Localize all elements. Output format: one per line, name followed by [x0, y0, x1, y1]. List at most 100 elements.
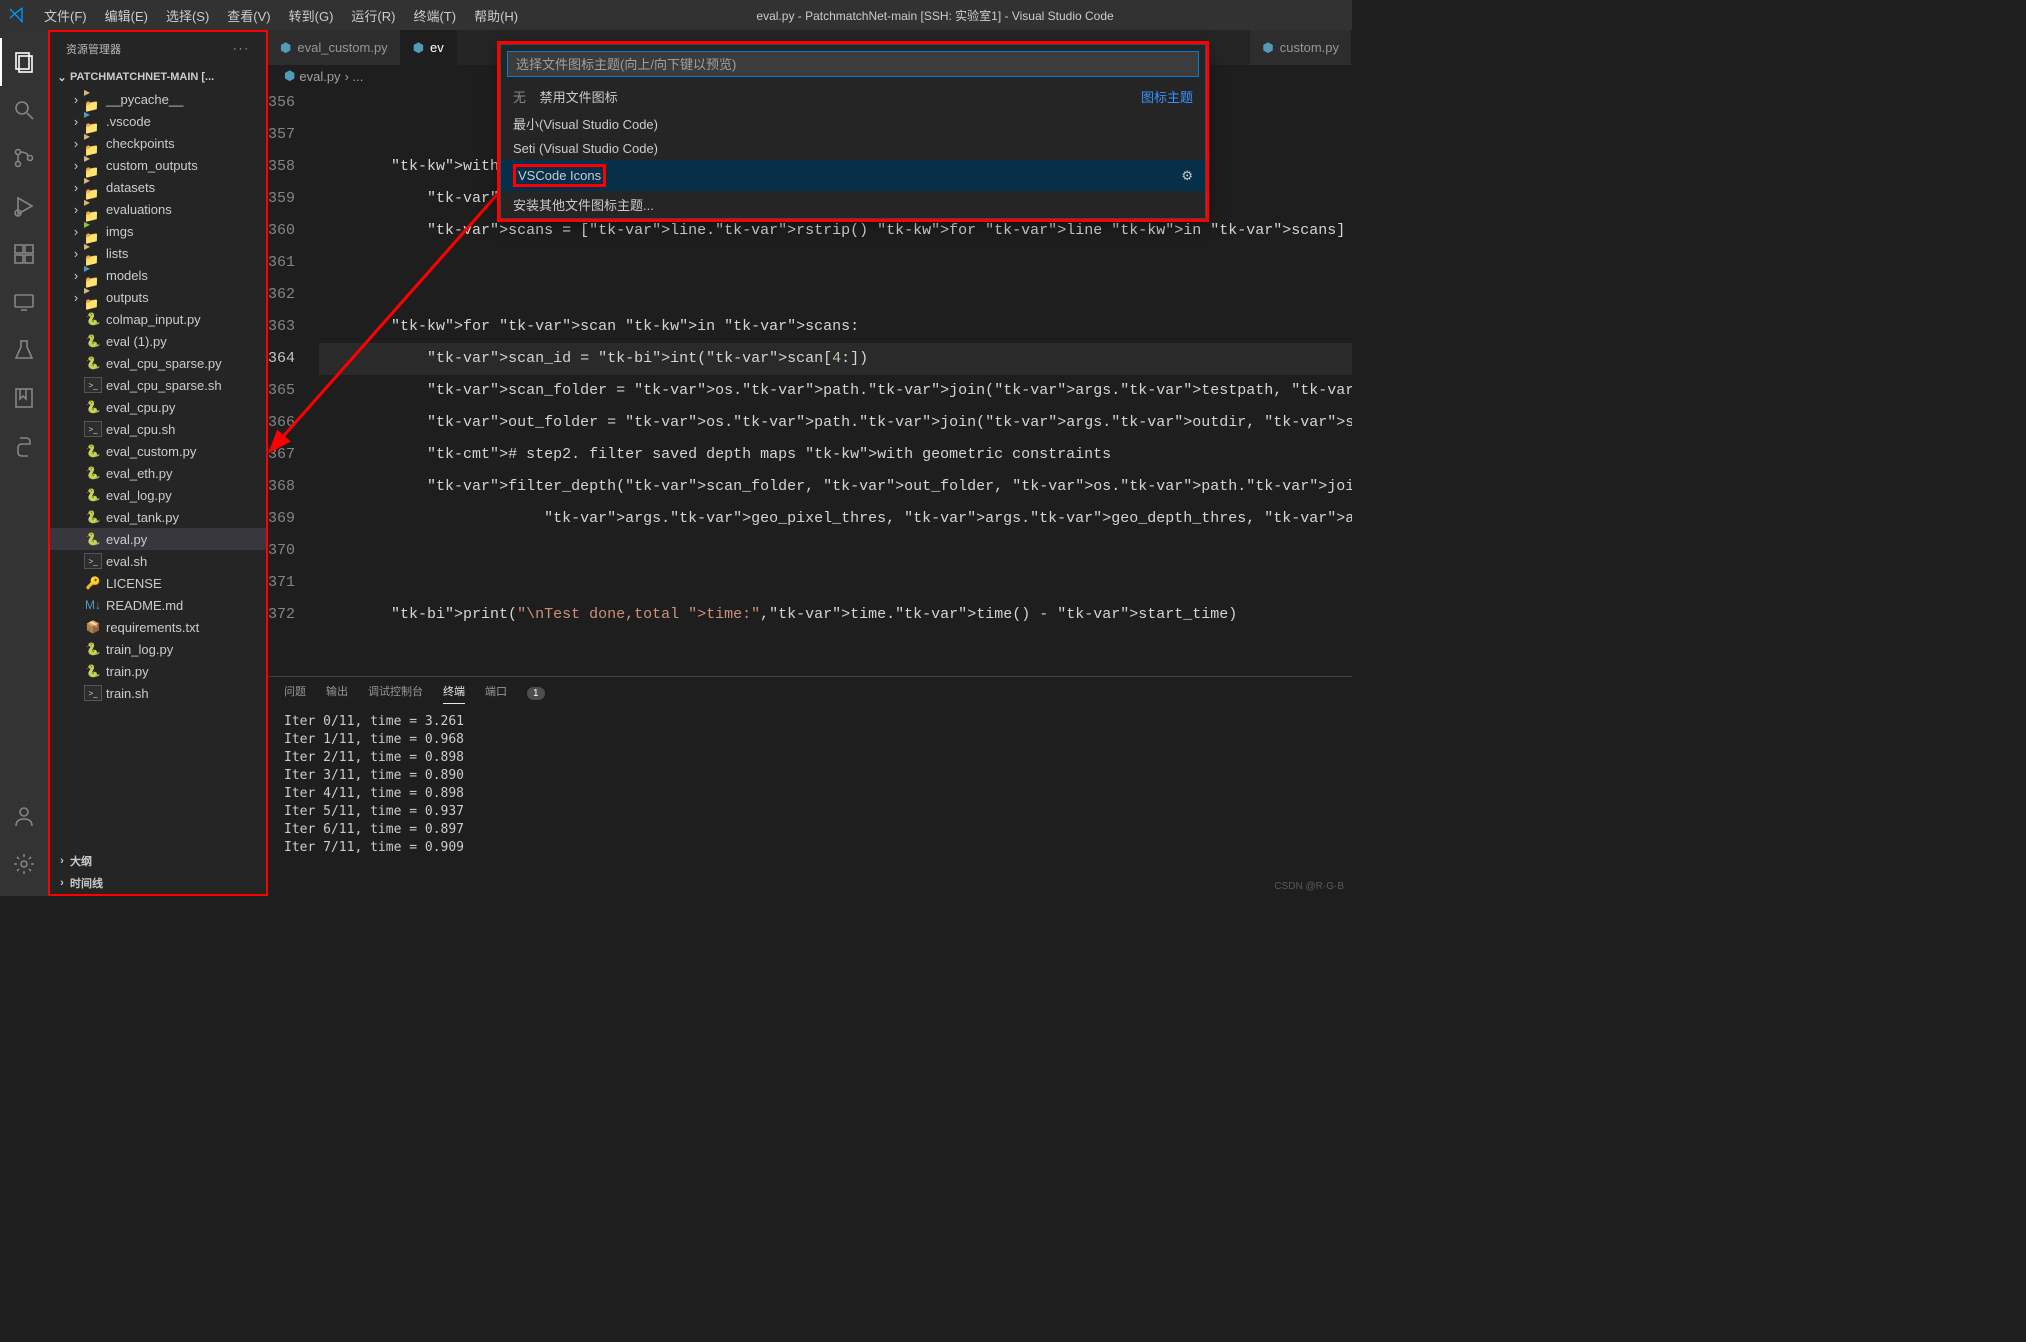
- vscode-logo-icon: [8, 7, 24, 23]
- file-label: eval_cpu.sh: [106, 422, 175, 437]
- file-label: eval_eth.py: [106, 466, 173, 481]
- outline-section[interactable]: › 大纲: [50, 850, 266, 872]
- folder-item[interactable]: ›▸📁__pycache__: [50, 88, 266, 110]
- file-item[interactable]: 🐍 eval.py: [50, 528, 266, 550]
- tab-label: custom.py: [1280, 40, 1339, 55]
- file-label: eval_custom.py: [106, 444, 196, 459]
- folder-item[interactable]: ›▸📁imgs: [50, 220, 266, 242]
- file-item[interactable]: 🐍train.py: [50, 660, 266, 682]
- extensions-icon[interactable]: [0, 230, 48, 278]
- bookmark-icon[interactable]: [0, 374, 48, 422]
- pip-icon: 📦: [84, 619, 102, 635]
- chevron-right-icon: ›: [68, 136, 84, 151]
- file-label: README.md: [106, 598, 183, 613]
- project-root[interactable]: ⌄ PATCHMATCHNET-MAIN [...: [50, 66, 266, 88]
- file-item[interactable]: 🐍eval_tank.py: [50, 506, 266, 528]
- panel-tab[interactable]: 调试控制台: [368, 683, 423, 703]
- python-icon: 🐍: [84, 531, 102, 547]
- folder-label: lists: [106, 246, 128, 261]
- file-item[interactable]: >_train.sh: [50, 682, 266, 704]
- file-item[interactable]: 🔑LICENSE: [50, 572, 266, 594]
- file-item[interactable]: >_eval_cpu_sparse.sh: [50, 374, 266, 396]
- quickpick-list: 最小(Visual Studio Code)Seti (Visual Studi…: [501, 110, 1205, 218]
- quickpick-item[interactable]: 安装其他文件图标主题...: [501, 191, 1205, 218]
- quickpick-item[interactable]: 最小(Visual Studio Code): [501, 110, 1205, 137]
- folder-item[interactable]: ›▸📁.vscode: [50, 110, 266, 132]
- folder-item[interactable]: ›▸📁checkpoints: [50, 132, 266, 154]
- quickpick-item[interactable]: VSCode Icons ⚙: [501, 160, 1205, 191]
- file-item[interactable]: >_eval.sh: [50, 550, 266, 572]
- menu-item[interactable]: 编辑(E): [97, 2, 156, 29]
- menu-item[interactable]: 运行(R): [343, 2, 403, 29]
- source-control-icon[interactable]: [0, 134, 48, 182]
- menu-item[interactable]: 帮助(H): [466, 2, 526, 29]
- settings-gear-icon[interactable]: [0, 840, 48, 888]
- quickpick-header: 无 禁用文件图标 图标主题: [501, 83, 1205, 110]
- menu-item[interactable]: 终端(T): [405, 2, 464, 29]
- project-root-label: PATCHMATCHNET-MAIN [...: [70, 71, 214, 83]
- python-icon: ⬢: [1262, 40, 1273, 56]
- file-item[interactable]: 🐍eval_eth.py: [50, 462, 266, 484]
- sidebar-more-icon[interactable]: ···: [233, 43, 250, 55]
- terminal-output[interactable]: Iter 0/11, time = 3.261 Iter 1/11, time …: [268, 709, 1352, 896]
- chevron-right-icon: ›: [68, 114, 84, 129]
- explorer-tree[interactable]: ⌄ PATCHMATCHNET-MAIN [... ›▸📁__pycache__…: [50, 66, 266, 850]
- python-icon: 🐍: [84, 663, 102, 679]
- menu-item[interactable]: 选择(S): [158, 2, 217, 29]
- editor-tab[interactable]: ⬢ custom.py: [1250, 30, 1352, 65]
- folder-icon: ▸📁: [84, 201, 102, 217]
- panel-tab[interactable]: 端口: [485, 683, 507, 703]
- panel-tabs: 问题输出调试控制台终端端口1: [268, 677, 1352, 709]
- file-item[interactable]: 🐍colmap_input.py: [50, 308, 266, 330]
- editor-tab[interactable]: ⬢eval_custom.py: [268, 30, 401, 65]
- gear-icon[interactable]: ⚙: [1181, 168, 1193, 184]
- file-item[interactable]: 🐍eval (1).py: [50, 330, 266, 352]
- folder-item[interactable]: ›▸📁lists: [50, 242, 266, 264]
- folder-item[interactable]: ›▸📁custom_outputs: [50, 154, 266, 176]
- accounts-icon[interactable]: [0, 792, 48, 840]
- run-debug-icon[interactable]: [0, 182, 48, 230]
- menu-item[interactable]: 文件(F): [36, 2, 95, 29]
- file-item[interactable]: 🐍 eval_custom.py: [50, 440, 266, 462]
- python-icon: 🐍: [84, 399, 102, 415]
- python-icon: 🐍: [84, 443, 102, 459]
- file-item[interactable]: 🐍eval_log.py: [50, 484, 266, 506]
- menu-item[interactable]: 转到(G): [281, 2, 342, 29]
- file-item[interactable]: M↓README.md: [50, 594, 266, 616]
- search-icon[interactable]: [0, 86, 48, 134]
- folder-item[interactable]: ›▸📁outputs: [50, 286, 266, 308]
- titlebar: 文件(F)编辑(E)选择(S)查看(V)转到(G)运行(R)终端(T)帮助(H)…: [0, 0, 1352, 30]
- quickpick-item[interactable]: Seti (Visual Studio Code): [501, 137, 1205, 160]
- remote-explorer-icon[interactable]: [0, 278, 48, 326]
- quickpick-icon-theme: 无 禁用文件图标 图标主题 最小(Visual Studio Code)Seti…: [500, 44, 1206, 219]
- folder-icon: ▸📁: [84, 245, 102, 261]
- panel-tab[interactable]: 输出: [326, 683, 348, 703]
- testing-icon[interactable]: [0, 326, 48, 374]
- file-item[interactable]: >_eval_cpu.sh: [50, 418, 266, 440]
- explorer-icon[interactable]: [0, 38, 48, 86]
- file-label: eval.py: [106, 532, 147, 547]
- panel-tab[interactable]: 终端: [443, 683, 465, 704]
- file-item[interactable]: 🐍train_log.py: [50, 638, 266, 660]
- file-item[interactable]: 🐍eval_cpu.py: [50, 396, 266, 418]
- file-item[interactable]: 📦requirements.txt: [50, 616, 266, 638]
- folder-item[interactable]: ›▸📁evaluations: [50, 198, 266, 220]
- quickpick-item-label: VSCode Icons: [513, 164, 606, 187]
- menu-item[interactable]: 查看(V): [219, 2, 278, 29]
- chevron-right-icon: ›: [54, 855, 70, 867]
- python-icon: 🐍: [84, 509, 102, 525]
- file-item[interactable]: 🐍eval_cpu_sparse.py: [50, 352, 266, 374]
- quickpick-disable-label[interactable]: 禁用文件图标: [540, 90, 618, 105]
- panel-tab[interactable]: 问题: [284, 683, 306, 703]
- folder-label: __pycache__: [106, 92, 183, 107]
- folder-item[interactable]: ›▸📁models: [50, 264, 266, 286]
- timeline-section[interactable]: › 时间线: [50, 872, 266, 894]
- breadcrumb-file: eval.py: [299, 69, 340, 84]
- python-icon: ⬢: [413, 40, 424, 56]
- python-env-icon[interactable]: [0, 422, 48, 470]
- folder-item[interactable]: ›▸📁datasets: [50, 176, 266, 198]
- folder-label: imgs: [106, 224, 133, 239]
- chevron-right-icon: ›: [68, 224, 84, 239]
- quickpick-input[interactable]: [507, 51, 1199, 77]
- editor-tab[interactable]: ⬢ev: [401, 30, 457, 65]
